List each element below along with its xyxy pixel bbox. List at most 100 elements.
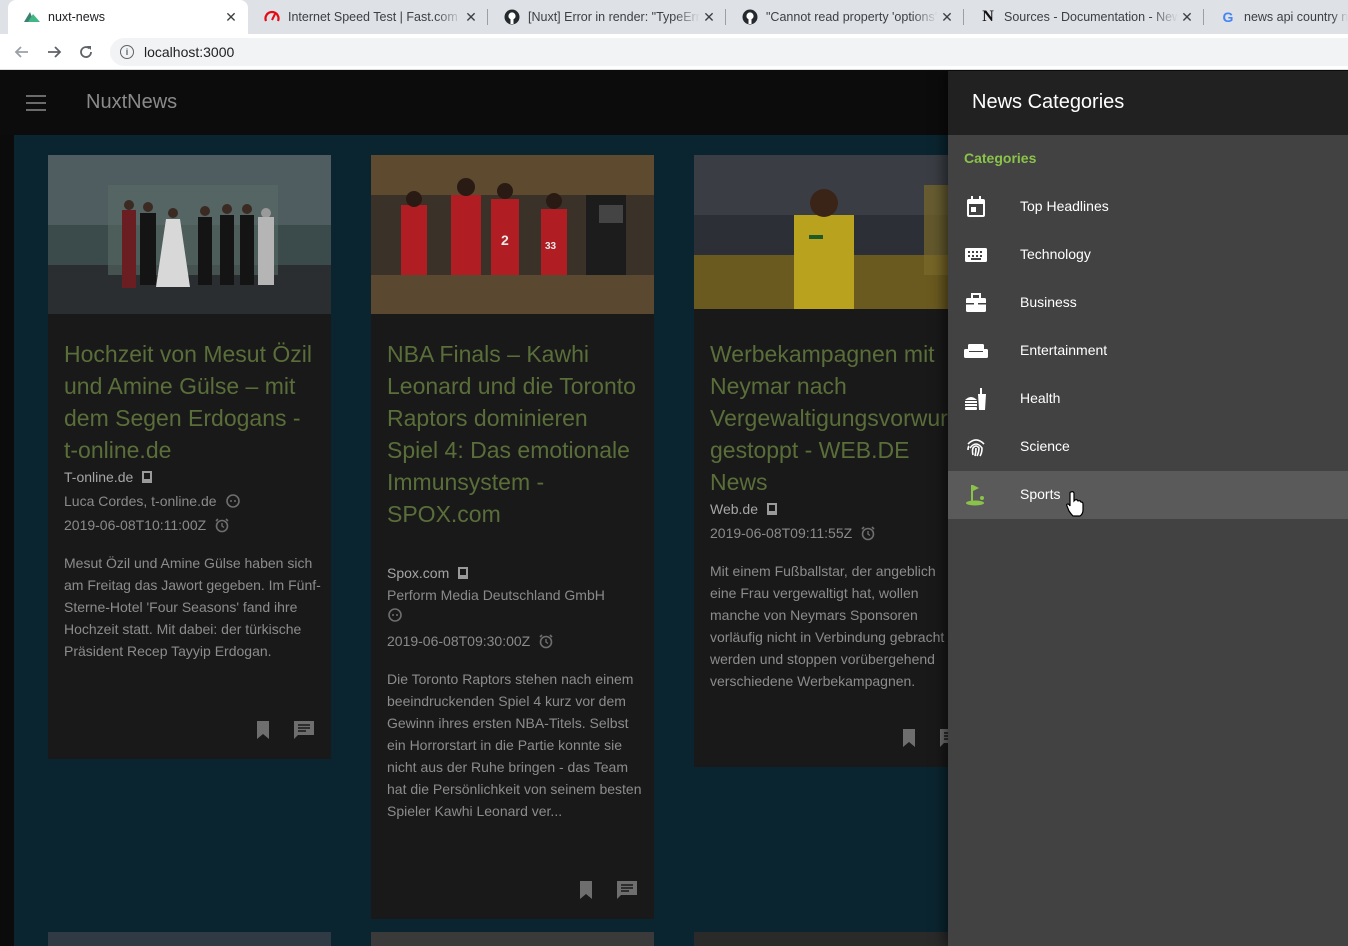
tab-title: "Cannot read property 'options' o xyxy=(766,10,938,24)
reload-button[interactable] xyxy=(70,36,102,68)
browser-tab-fast[interactable]: Internet Speed Test | Fast.com ✕ xyxy=(248,0,488,34)
briefcase-icon xyxy=(964,291,988,315)
news-card xyxy=(371,932,654,946)
news-card: Werbekampagnen mit Neymar nach Vergewalt… xyxy=(694,155,977,767)
article-source: Spox.com xyxy=(387,561,469,585)
tab-title: Sources - Documentation - News xyxy=(1004,10,1178,24)
source-label: Spox.com xyxy=(387,565,450,581)
browser-tab-github-1[interactable]: [Nuxt] Error in render: "TypeError ✕ xyxy=(488,0,726,34)
close-icon[interactable]: ✕ xyxy=(462,9,480,26)
github-icon xyxy=(742,9,758,25)
back-button[interactable] xyxy=(6,36,38,68)
nuxt-icon xyxy=(24,9,40,25)
sofa-icon xyxy=(964,339,988,363)
category-top-headlines[interactable]: Top Headlines xyxy=(948,183,1348,231)
menu-icon[interactable] xyxy=(26,95,46,111)
keyboard-icon xyxy=(964,243,988,267)
food-icon xyxy=(964,387,988,411)
tab-title: nuxt-news xyxy=(48,10,105,24)
bookmark-icon xyxy=(766,502,778,516)
reload-icon xyxy=(80,46,92,58)
card-actions xyxy=(578,880,638,905)
alarm-icon xyxy=(538,633,554,649)
alarm-icon xyxy=(214,517,230,533)
browser-tab-nuxt-news[interactable]: nuxt-news ✕ xyxy=(8,0,248,34)
fast-icon xyxy=(264,9,280,25)
category-business[interactable]: Business xyxy=(948,279,1348,327)
browser-toolbar: i localhost:3000 xyxy=(0,34,1348,70)
article-source: Web.de xyxy=(710,497,778,521)
browser-tab-google[interactable]: G news api country nar xyxy=(1204,0,1348,34)
category-technology[interactable]: Technology xyxy=(948,231,1348,279)
browser-tab-github-2[interactable]: "Cannot read property 'options' o ✕ xyxy=(726,0,964,34)
news-card xyxy=(48,932,331,946)
github-icon xyxy=(504,9,520,25)
info-icon[interactable]: i xyxy=(120,45,134,59)
card-actions xyxy=(255,720,315,745)
category-entertainment[interactable]: Entertainment xyxy=(948,327,1348,375)
face-icon xyxy=(225,493,241,509)
google-icon: G xyxy=(1222,9,1234,25)
close-icon[interactable]: ✕ xyxy=(700,9,718,26)
close-icon[interactable]: ✕ xyxy=(222,9,240,26)
article-image[interactable] xyxy=(371,932,654,946)
url-text: localhost:3000 xyxy=(144,44,235,60)
close-icon[interactable]: ✕ xyxy=(1178,9,1196,26)
category-sports[interactable]: Sports xyxy=(948,471,1348,519)
article-title[interactable]: Hochzeit von Mesut Özil und Amine Gülse … xyxy=(64,338,319,466)
browser-tab-newsapi[interactable]: N Sources - Documentation - News ✕ xyxy=(964,0,1204,34)
article-author: Luca Cordes, t-online.de xyxy=(64,489,241,513)
date-label: 2019-06-08T09:11:55Z xyxy=(710,525,853,541)
address-bar[interactable]: i localhost:3000 xyxy=(110,38,1348,66)
article-image[interactable]: 2 33 xyxy=(371,155,654,314)
fingerprint-icon xyxy=(964,435,988,459)
article-author-icon-row xyxy=(387,607,403,623)
article-description: Mit einem Fußballstar, der angeblich ein… xyxy=(710,563,945,689)
hand-cursor-icon xyxy=(1066,491,1084,522)
article-image[interactable] xyxy=(694,932,977,946)
category-label: Business xyxy=(1020,294,1077,310)
article-date: 2019-06-08T09:11:55Z xyxy=(710,521,876,545)
tab-title: [Nuxt] Error in render: "TypeError xyxy=(528,10,700,24)
drawer-header: News Categories xyxy=(948,71,1348,135)
bookmark-icon[interactable] xyxy=(578,880,594,905)
bookmark-icon[interactable] xyxy=(255,720,271,745)
date-label: 2019-06-08T10:11:00Z xyxy=(64,517,207,533)
article-title[interactable]: NBA Finals – Kawhi Leonard und die Toron… xyxy=(387,338,642,530)
bookmark-icon[interactable] xyxy=(901,728,917,753)
bookmark-icon xyxy=(141,470,153,484)
article-description: Mesut Özil und Amine Gülse haben sich am… xyxy=(64,555,321,659)
article-image[interactable] xyxy=(48,155,331,314)
author-label: Luca Cordes, t-online.de xyxy=(64,493,217,509)
article-image[interactable] xyxy=(694,155,977,309)
app-brand: NuxtNews xyxy=(86,91,178,113)
tab-title: Internet Speed Test | Fast.com xyxy=(288,10,458,24)
calendar-icon xyxy=(964,195,988,219)
source-label: Web.de xyxy=(710,501,758,517)
comment-icon[interactable] xyxy=(293,720,315,745)
svg-text:33: 33 xyxy=(545,241,557,252)
author-label: Perform Media Deutschland GmbH xyxy=(387,587,605,603)
category-science[interactable]: Science xyxy=(948,423,1348,471)
date-label: 2019-06-08T09:30:00Z xyxy=(387,633,531,649)
forward-button[interactable] xyxy=(38,36,70,68)
golf-icon xyxy=(964,483,988,507)
close-icon[interactable]: ✕ xyxy=(938,9,956,26)
svg-text:2: 2 xyxy=(501,232,509,248)
comment-icon[interactable] xyxy=(616,880,638,905)
category-label: Top Headlines xyxy=(1020,198,1109,214)
newsapi-icon: N xyxy=(982,8,994,25)
article-description: Die Toronto Raptors stehen nach einem be… xyxy=(387,671,642,819)
category-label: Health xyxy=(1020,390,1061,406)
browser-tabstrip: nuxt-news ✕ Internet Speed Test | Fast.c… xyxy=(0,0,1348,34)
tab-title: news api country nar xyxy=(1244,10,1348,24)
article-title[interactable]: Werbekampagnen mit Neymar nach Vergewalt… xyxy=(710,338,965,498)
article-image[interactable] xyxy=(48,932,331,946)
category-label: Technology xyxy=(1020,246,1091,262)
category-label: Entertainment xyxy=(1020,342,1108,358)
face-icon xyxy=(387,607,403,623)
category-health[interactable]: Health xyxy=(948,375,1348,423)
category-label: Sports xyxy=(1020,486,1061,502)
app: NuxtNews Hochzeit von Mesut Özil und Ami… xyxy=(0,71,1348,946)
article-source: T-online.de xyxy=(64,465,153,489)
